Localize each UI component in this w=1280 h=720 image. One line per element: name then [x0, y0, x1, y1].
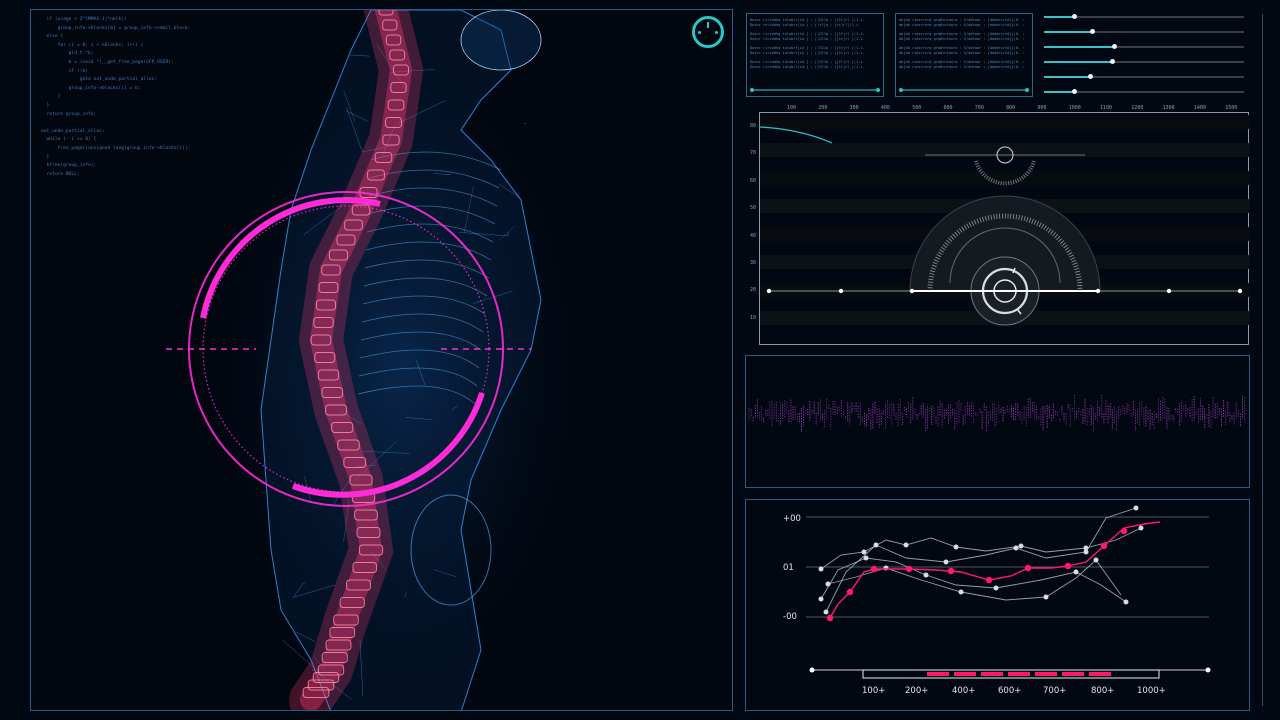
- radar-x-tick: 1400: [1193, 105, 1206, 111]
- graph-x-label: 600+: [998, 686, 1022, 696]
- code-line: }: [41, 94, 61, 100]
- code-line: while (--i >= 0) {: [41, 137, 97, 143]
- radar-x-tick: 300: [849, 105, 859, 111]
- radar-x-tick: 800: [1006, 105, 1016, 111]
- radar-y-tick: 60: [750, 177, 757, 184]
- code-line: }: [41, 154, 50, 160]
- slider-fill: [1044, 61, 1112, 63]
- radar-y-tick: 10: [750, 314, 757, 321]
- radar-visualization: [759, 115, 1250, 326]
- code-line: return group_info;: [41, 111, 97, 117]
- radar-x-tick: 100: [787, 105, 797, 111]
- graph-x-label: 400+: [952, 686, 976, 696]
- slider-knob[interactable]: [1090, 29, 1095, 34]
- log-line: ab[dd riasrrnrq grq0rntanra : S/ddtaar :…: [899, 65, 1025, 69]
- radar-y-tick: 80: [750, 123, 757, 129]
- code-line: }: [41, 102, 50, 108]
- source-code-listing: if (usage < 2^(MMAX-1)*nblk)) group_info…: [41, 16, 190, 179]
- code-line: if (usage < 2^(MMAX-1)*nblk)): [41, 17, 127, 22]
- slider-track[interactable]: [1044, 44, 1244, 49]
- slider-fill: [1044, 16, 1074, 18]
- body-scan-panel: if (usage < 2^(MMAX-1)*nblk)) group_info…: [30, 9, 733, 711]
- slider-track[interactable]: [1044, 14, 1244, 19]
- radar-panel: 80 70 60 50 40 30 20 10: [750, 112, 1250, 345]
- slider-knob[interactable]: [1110, 59, 1115, 64]
- radar-y-tick: 40: [750, 232, 757, 239]
- slider-knob[interactable]: [1072, 89, 1077, 94]
- code-line: return NULL;: [41, 171, 80, 177]
- radar-y-tick: 30: [750, 260, 757, 266]
- log-line: Dosnr ririddhq tulobrr[id ] ; [(CEJq ; […: [750, 37, 865, 41]
- radar-x-tick: 1000: [1068, 105, 1081, 111]
- graph-x-label: 800+: [1091, 686, 1115, 696]
- slider-knob[interactable]: [1072, 14, 1077, 19]
- code-line: out_undo_partial_alloc:: [41, 128, 105, 134]
- code-line: else {: [41, 34, 64, 40]
- compass-icon[interactable]: [692, 16, 724, 48]
- radar-y-tick: 50: [750, 205, 757, 212]
- radar-x-tick: 600: [943, 105, 953, 111]
- radar-y-tick: 20: [750, 287, 757, 294]
- waveform-panel: [745, 355, 1250, 488]
- code-line: group_info->blocks[i] = b;: [41, 85, 141, 91]
- radar-x-tick: 500: [912, 105, 922, 111]
- slider-fill: [1044, 76, 1090, 78]
- code-line: kfree(group_info);: [41, 163, 97, 169]
- graph-y-label: +00: [783, 514, 801, 524]
- graph-y-label: -00: [783, 612, 797, 622]
- code-line: goto out_undo_partial_alloc;: [41, 77, 158, 83]
- line-graph-panel: +00 01 -00 100+ 200+ 400+ 600+ 700+ 800+…: [745, 499, 1250, 711]
- frame-edge-divider: [1262, 14, 1263, 706]
- range-scrubber[interactable]: [809, 667, 1211, 679]
- waveform-visualization: [748, 394, 1246, 433]
- slider-knob[interactable]: [1088, 74, 1093, 79]
- slider-fill: [1044, 91, 1074, 93]
- radar-dome: [909, 195, 1101, 326]
- radar-x-tick: 1300: [1162, 105, 1175, 111]
- code-line: if (!b): [41, 68, 89, 74]
- code-line: b = (void *)__get_free_page(GFP_USER);: [41, 59, 174, 65]
- slider-knob[interactable]: [1112, 44, 1117, 49]
- log-line: Dosnr ririddhq tulobrr[id ] ; [(CEJq ; […: [750, 51, 865, 55]
- log-line: ab[dd riasrrnrq grq0rntanra : S/ddtaar :…: [899, 51, 1025, 55]
- radar-x-tick: 1500: [1225, 105, 1238, 111]
- radar-x-tick: 1100: [1100, 105, 1113, 111]
- line-graph: [806, 505, 1211, 679]
- slider-track[interactable]: [1044, 59, 1244, 64]
- code-line: gid_t *b;: [41, 51, 94, 57]
- slider-track[interactable]: [1044, 29, 1244, 34]
- radar-x-tick: 400: [880, 105, 890, 111]
- radar-x-tick: 200: [818, 105, 828, 111]
- radar-y-tick: 70: [750, 150, 757, 157]
- radar-x-tick: 1200: [1131, 105, 1144, 111]
- graph-x-label: 200+: [905, 686, 929, 696]
- graph-x-label: 100+: [862, 686, 886, 696]
- slider-fill: [1044, 46, 1114, 48]
- log-console-2: ab[dd riasrrnrq grq0rntanra : S/ddtaar :…: [895, 13, 1033, 97]
- code-line: group_info->blocks[0] = group_info->smal…: [41, 25, 191, 31]
- slider-track[interactable]: [1044, 74, 1244, 79]
- graph-x-label: 700+: [1043, 686, 1067, 696]
- radar-x-tick: 700: [974, 105, 984, 111]
- log-line: ab[dd riasrrnrq grq0rntanra : S/ddtaar :…: [899, 23, 1025, 27]
- log-console-1: Dosnr ririddhq tulobrr[id ] ; [(CEJq ; […: [746, 13, 884, 97]
- slider-track[interactable]: [1044, 89, 1244, 94]
- radar-x-tick: 900: [1037, 105, 1047, 111]
- code-line: free_page((unsigned long)group_info->blo…: [41, 145, 191, 151]
- log-line: ab[dd riasrrnrq grq0rntanra : S/ddtaar :…: [899, 37, 1025, 41]
- log-progress-bar: [899, 88, 1029, 92]
- code-line: for (i = 0; i < nblocks; i++) {: [41, 42, 144, 48]
- graph-x-label: 1000+: [1137, 686, 1166, 696]
- log-line: Dosnr ririddhq tulobrr[id ] ; [(CEJq ; […: [750, 65, 865, 69]
- log-progress-bar: [750, 88, 880, 92]
- graph-y-label: 01: [783, 563, 794, 573]
- slider-fill: [1044, 31, 1092, 33]
